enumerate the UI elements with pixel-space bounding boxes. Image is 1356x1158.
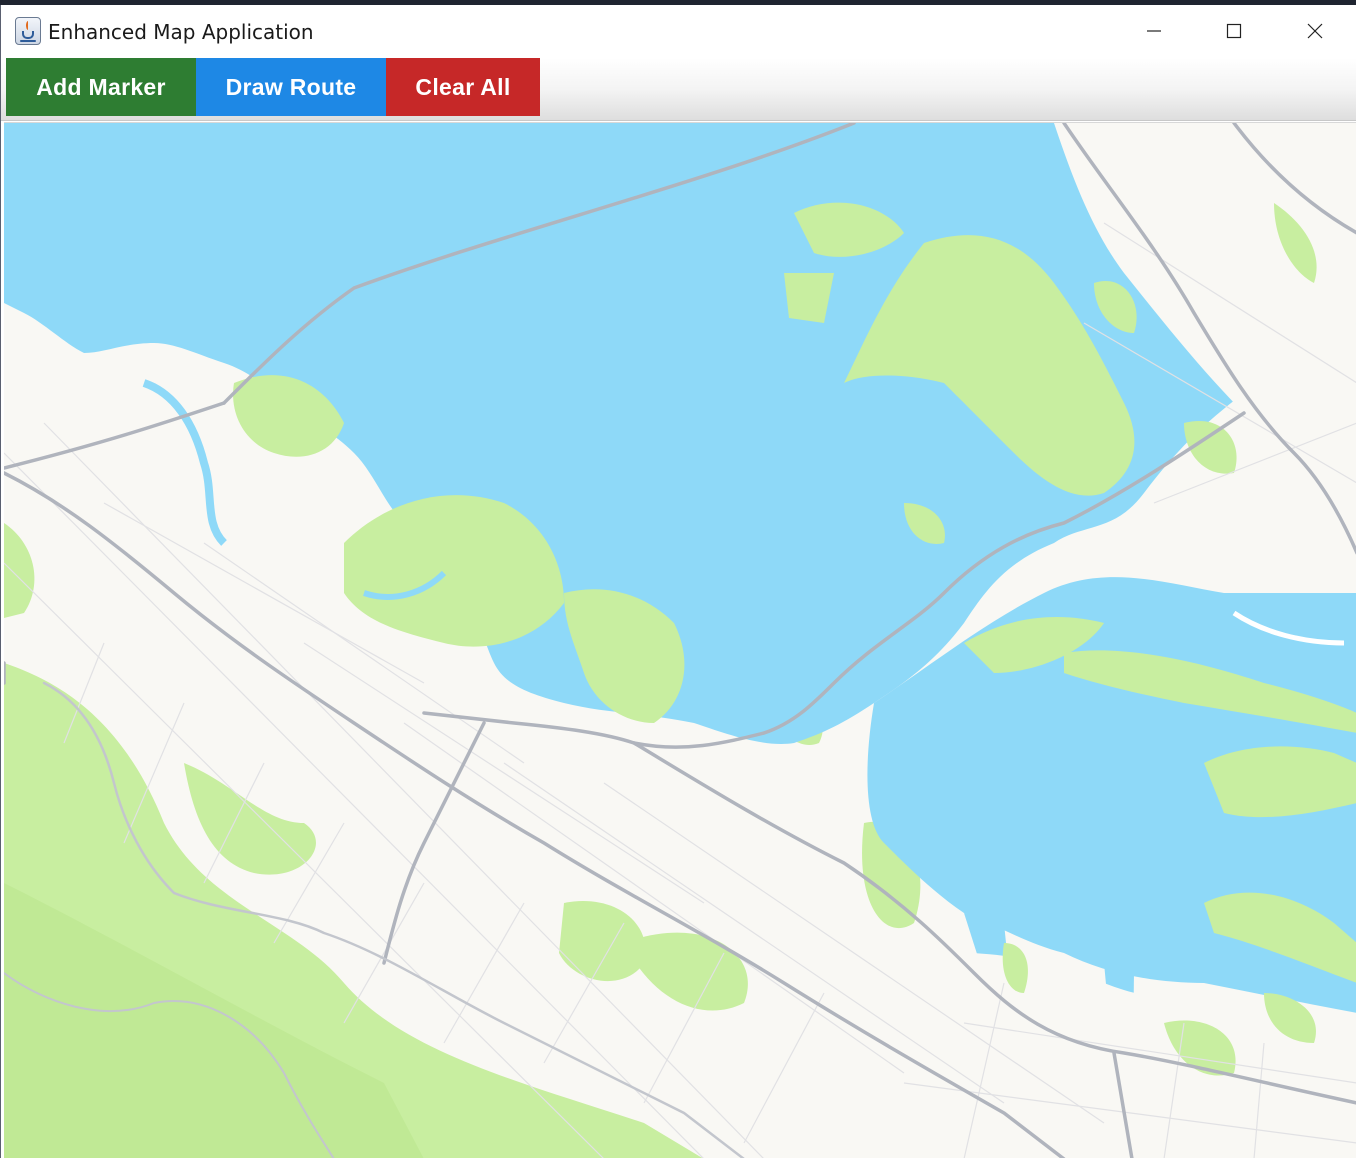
minimize-icon	[1147, 30, 1161, 32]
title-bar[interactable]: Enhanced Map Application	[1, 5, 1356, 58]
close-icon	[1307, 23, 1323, 39]
clear-all-button[interactable]: Clear All	[386, 58, 540, 116]
draw-route-button[interactable]: Draw Route	[196, 58, 386, 116]
map-canvas	[4, 123, 1356, 1158]
maximize-button[interactable]	[1199, 5, 1269, 57]
close-button[interactable]	[1280, 5, 1350, 57]
toolbar: Add Marker Draw Route Clear All	[1, 58, 1356, 121]
minimize-button[interactable]	[1119, 5, 1189, 57]
maximize-icon	[1226, 23, 1242, 39]
window-title: Enhanced Map Application	[48, 20, 314, 44]
app-window: Enhanced Map Application Add Marker Draw…	[0, 5, 1356, 1158]
map-view[interactable]	[4, 122, 1356, 1158]
add-marker-button[interactable]: Add Marker	[6, 58, 196, 116]
java-coffee-cup-icon	[15, 17, 41, 45]
